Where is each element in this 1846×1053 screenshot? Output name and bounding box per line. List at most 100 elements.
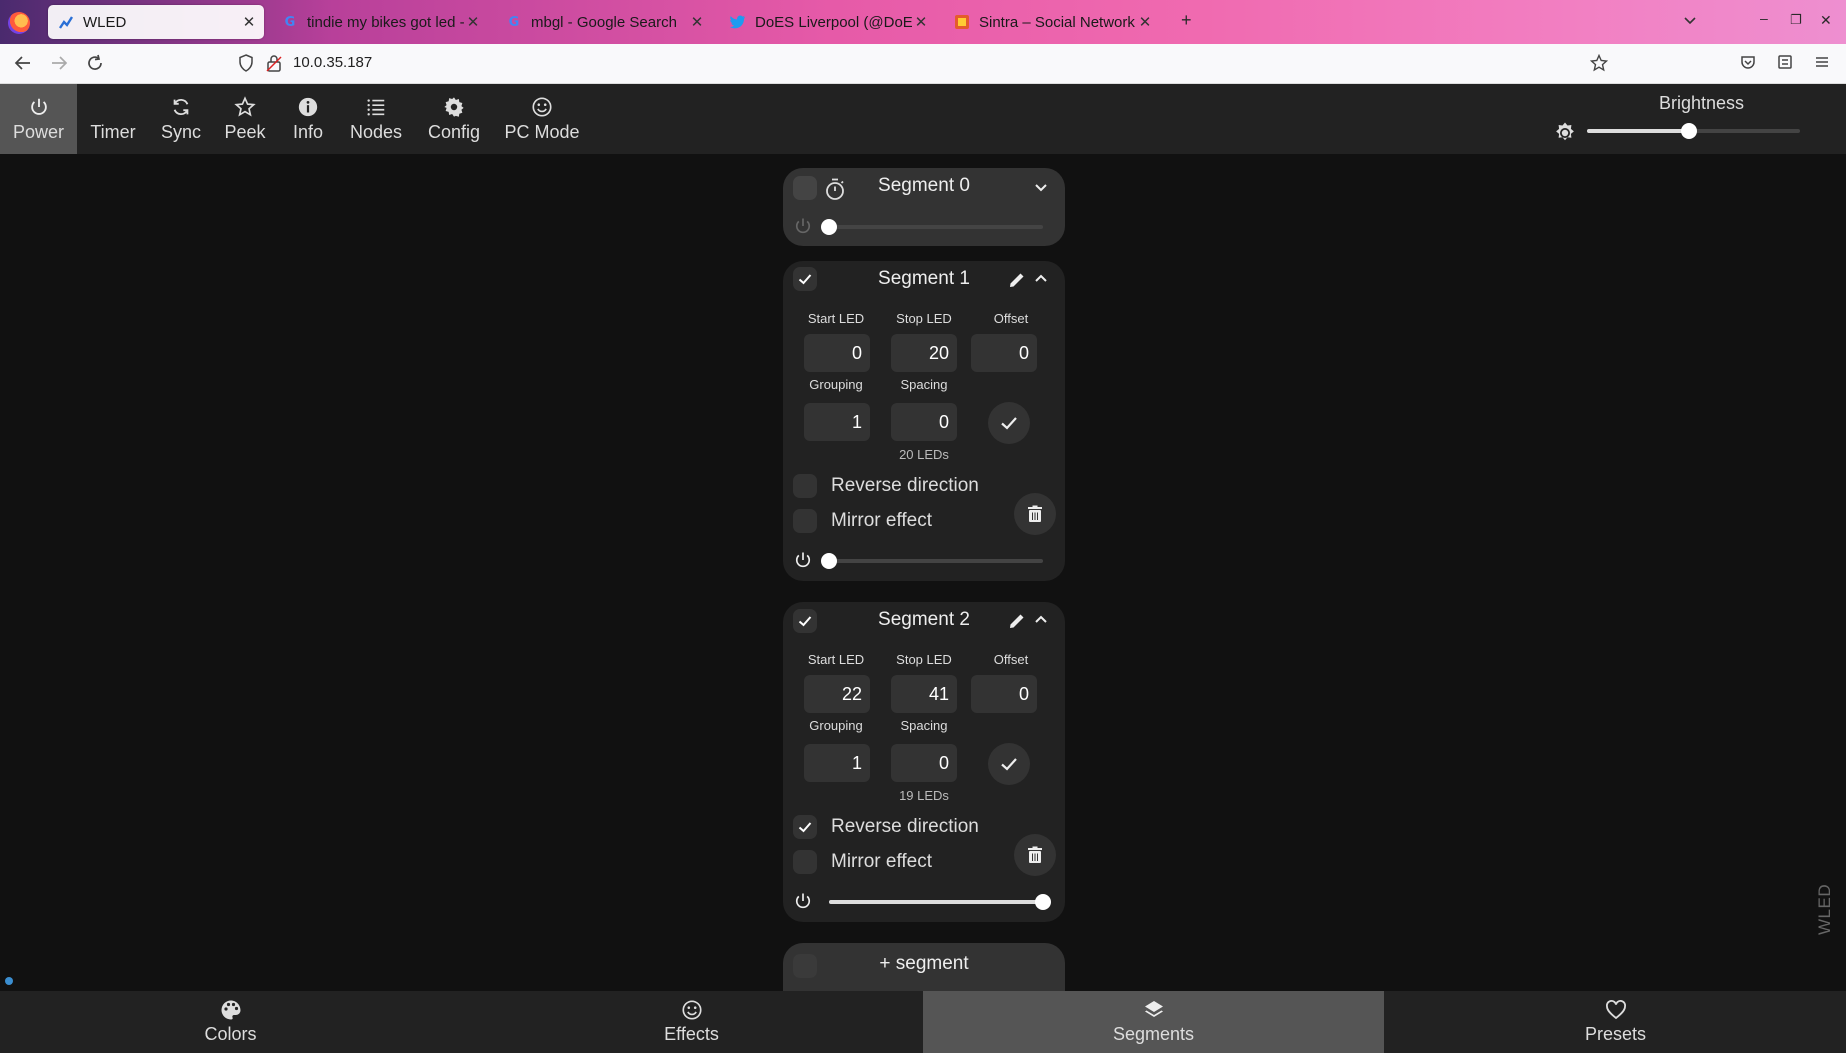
smiley-icon xyxy=(681,1000,702,1020)
segment-2-brightness-slider[interactable] xyxy=(829,894,1051,910)
new-tab-icon[interactable]: + xyxy=(1181,10,1192,31)
close-icon[interactable]: ✕ xyxy=(1136,13,1154,31)
brightness-label: Brightness xyxy=(1659,93,1745,113)
tab-effects[interactable]: Effects xyxy=(461,991,922,1053)
segment-1-slider-thumb[interactable] xyxy=(821,553,837,569)
edit-pencil-icon[interactable] xyxy=(1007,270,1027,290)
sync-button[interactable]: Sync xyxy=(155,84,207,154)
mirror-effect-checkbox[interactable] xyxy=(793,850,817,874)
segment-0-card: Segment 0 xyxy=(783,168,1065,246)
segment-1-brightness-slider[interactable] xyxy=(821,553,1043,569)
segment-0-slider-thumb[interactable] xyxy=(821,219,837,235)
tab-wled[interactable]: WLED ✕ xyxy=(48,5,264,39)
pc-mode-button[interactable]: PC Mode xyxy=(502,84,582,154)
close-icon[interactable]: ✕ xyxy=(240,13,258,31)
delete-segment-button[interactable] xyxy=(1014,834,1056,876)
tab-segments[interactable]: Segments xyxy=(923,991,1384,1053)
extensions-icon[interactable] xyxy=(1777,54,1793,70)
trash-icon xyxy=(1028,846,1042,863)
reverse-direction-checkbox[interactable] xyxy=(793,815,817,839)
insecure-lock-icon[interactable] xyxy=(266,54,282,72)
segment-0-brightness-slider[interactable] xyxy=(821,219,1043,235)
mirror-effect-option[interactable]: Mirror effect xyxy=(793,850,932,874)
config-button[interactable]: Config xyxy=(423,84,485,154)
sync-icon xyxy=(173,98,189,115)
back-icon[interactable] xyxy=(14,54,32,72)
start-led-input[interactable]: 22 xyxy=(804,675,870,713)
minimize-icon[interactable]: – xyxy=(1760,10,1768,26)
stop-led-input[interactable]: 41 xyxy=(891,675,957,713)
segment-2-slider-thumb[interactable] xyxy=(1035,894,1051,910)
firefox-icon[interactable] xyxy=(8,12,30,34)
stop-led-input[interactable]: 20 xyxy=(891,334,957,372)
tab-title: DoES Liverpool (@DoESLiv xyxy=(755,13,912,31)
close-icon[interactable]: ✕ xyxy=(688,13,706,31)
reload-icon[interactable] xyxy=(86,54,104,72)
collapse-chevron-icon[interactable] xyxy=(1034,273,1048,283)
pocket-icon[interactable] xyxy=(1740,54,1756,70)
timer-button[interactable]: Timer xyxy=(84,84,142,154)
tab-sintra[interactable]: Sintra – Social Network fo ✕ xyxy=(944,5,1160,39)
nodes-button[interactable]: Nodes xyxy=(346,84,406,154)
reverse-direction-label: Reverse direction xyxy=(831,816,979,837)
apply-button[interactable] xyxy=(988,402,1030,444)
grouping-input[interactable]: 1 xyxy=(804,744,870,782)
google-icon: G xyxy=(508,14,520,30)
power-label: Power xyxy=(12,121,65,142)
info-button[interactable]: Info xyxy=(285,84,331,154)
window-close-icon[interactable]: ✕ xyxy=(1820,12,1832,29)
start-led-input[interactable]: 0 xyxy=(804,334,870,372)
tab-presets-label: Presets xyxy=(1584,1024,1647,1044)
reverse-direction-checkbox[interactable] xyxy=(793,474,817,498)
tab-mbgl[interactable]: G mbgl - Google Search ✕ xyxy=(496,5,712,39)
tab-list-icon[interactable] xyxy=(1683,13,1697,27)
google-icon: G xyxy=(284,14,296,30)
close-icon[interactable]: ✕ xyxy=(464,13,482,31)
segment-2-power-icon[interactable] xyxy=(793,891,813,911)
brightness-slider[interactable] xyxy=(1587,123,1800,139)
menu-icon[interactable] xyxy=(1814,54,1830,70)
spacing-input[interactable]: 0 xyxy=(891,744,957,782)
mirror-effect-option[interactable]: Mirror effect xyxy=(793,509,932,533)
delete-segment-button[interactable] xyxy=(1014,493,1056,535)
edit-pencil-icon[interactable] xyxy=(1007,611,1027,631)
grouping-input[interactable]: 1 xyxy=(804,403,870,441)
apply-button[interactable] xyxy=(988,743,1030,785)
offset-input[interactable]: 0 xyxy=(971,334,1037,372)
tab-title: Sintra – Social Network fo xyxy=(979,13,1136,31)
tab-tindie[interactable]: G tindie my bikes got led - Goo ✕ xyxy=(272,5,488,39)
shield-icon[interactable] xyxy=(238,54,254,72)
segment-2-slider-fill xyxy=(829,900,1043,904)
url-field[interactable]: 10.0.35.187 xyxy=(293,54,372,71)
forward-icon[interactable] xyxy=(50,54,68,72)
reverse-direction-option[interactable]: Reverse direction xyxy=(793,474,979,498)
peek-label: Peek xyxy=(224,121,266,142)
power-button[interactable]: Power xyxy=(0,84,77,154)
segment-0-title[interactable]: Segment 0 xyxy=(783,175,1065,197)
list-icon xyxy=(367,98,385,116)
mirror-effect-checkbox[interactable] xyxy=(793,509,817,533)
info-label: Info xyxy=(292,121,324,142)
peek-button[interactable]: Peek xyxy=(219,84,271,154)
reverse-direction-option[interactable]: Reverse direction xyxy=(793,815,979,839)
collapse-chevron-icon[interactable] xyxy=(1034,614,1048,624)
segment-1-power-icon[interactable] xyxy=(793,550,813,570)
restore-icon[interactable]: ❐ xyxy=(1790,12,1802,28)
tab-does-liverpool[interactable]: DoES Liverpool (@DoESLiv ✕ xyxy=(720,5,936,39)
add-segment-button[interactable]: + segment xyxy=(783,943,1065,991)
offset-label: Offset xyxy=(993,311,1029,326)
segment-0-power-icon[interactable] xyxy=(793,216,813,236)
palette-icon xyxy=(221,1000,240,1020)
bookmark-star-icon[interactable] xyxy=(1590,54,1608,72)
tab-colors[interactable]: Colors xyxy=(0,991,461,1053)
tab-presets[interactable]: Presets xyxy=(1385,991,1846,1053)
browser-tab-bar: WLED ✕ G tindie my bikes got led - Goo ✕… xyxy=(0,0,1846,44)
offset-label: Offset xyxy=(993,652,1029,667)
checkmark-icon xyxy=(798,822,812,833)
close-icon[interactable]: ✕ xyxy=(912,13,930,31)
brightness-icon xyxy=(1553,121,1577,145)
expand-chevron-icon[interactable] xyxy=(1034,183,1048,193)
spacing-input[interactable]: 0 xyxy=(891,403,957,441)
offset-input[interactable]: 0 xyxy=(971,675,1037,713)
sync-label: Sync xyxy=(160,121,202,142)
